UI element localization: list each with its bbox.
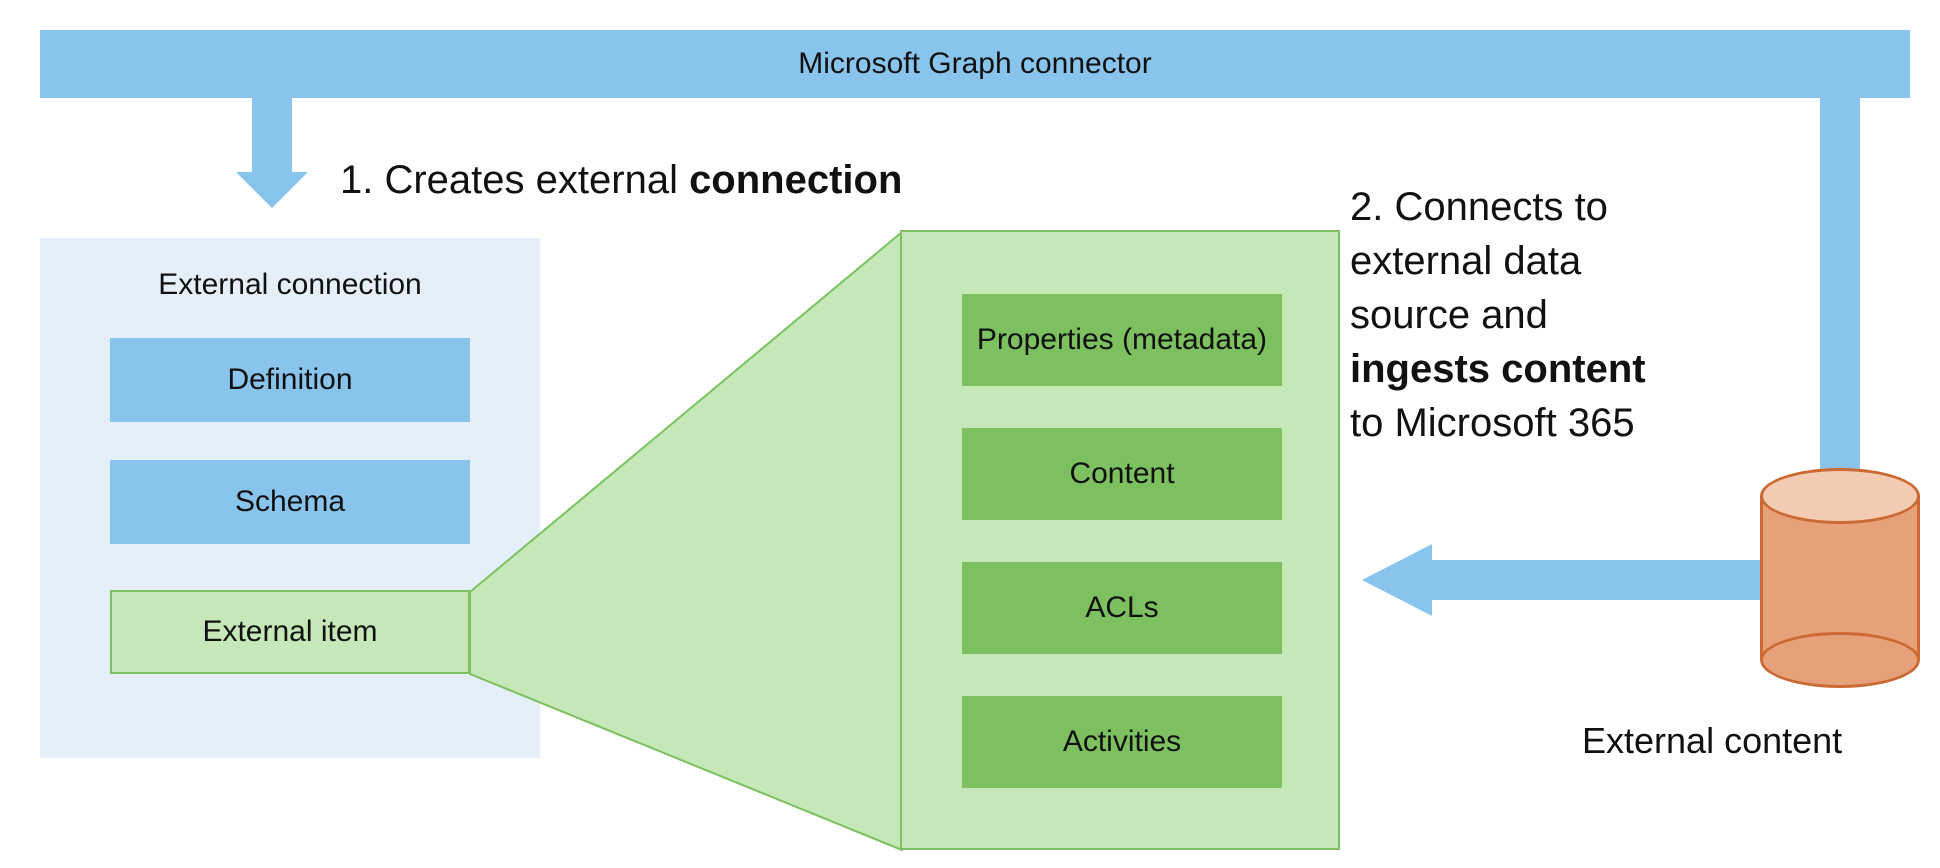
activities-label: Activities <box>1063 725 1181 759</box>
external-item-box: External item <box>110 590 470 674</box>
activities-box: Activities <box>962 696 1282 788</box>
external-item-label: External item <box>202 615 377 649</box>
acls-box: ACLs <box>962 562 1282 654</box>
properties-label: Properties (metadata) <box>977 323 1267 357</box>
acls-label: ACLs <box>1085 591 1158 625</box>
content-label: Content <box>1069 457 1174 491</box>
content-box: Content <box>962 428 1282 520</box>
external-item-details-panel: Properties (metadata) Content ACLs Activ… <box>900 230 1340 850</box>
properties-box: Properties (metadata) <box>962 294 1282 386</box>
